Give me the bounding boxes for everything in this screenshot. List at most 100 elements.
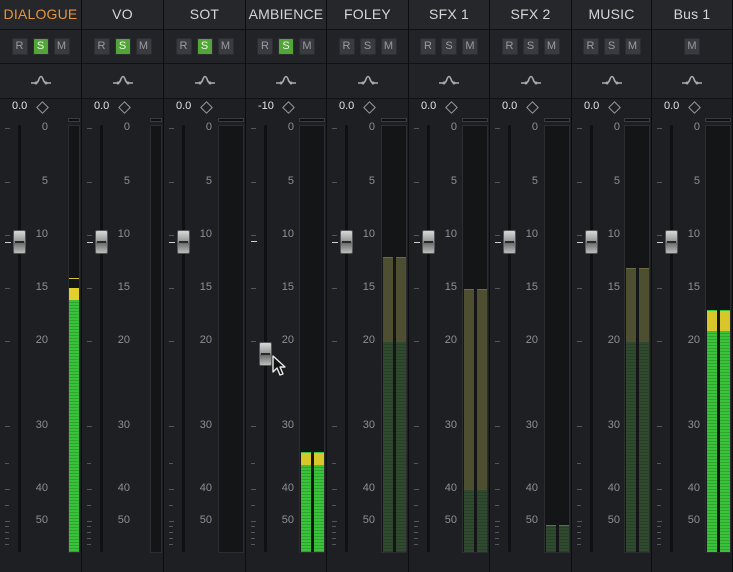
track-name[interactable]: AMBIENCE bbox=[246, 0, 326, 30]
scale-label: 5 bbox=[41, 175, 48, 187]
mute-button[interactable]: M bbox=[135, 38, 152, 55]
volume-readout[interactable]: 0.0 bbox=[421, 100, 436, 112]
volume-fader[interactable] bbox=[95, 230, 108, 254]
volume-fader[interactable] bbox=[585, 230, 598, 254]
scale-label: 15 bbox=[687, 281, 700, 293]
volume-readout[interactable]: 0.0 bbox=[176, 100, 191, 112]
eq-curve-icon[interactable] bbox=[681, 72, 703, 88]
scale-tick bbox=[87, 182, 92, 183]
volume-fader[interactable] bbox=[665, 230, 678, 254]
volume-readout[interactable]: 0.0 bbox=[339, 100, 354, 112]
volume-fader[interactable] bbox=[13, 230, 26, 254]
meter-fill bbox=[69, 299, 79, 552]
fader-track[interactable] bbox=[264, 125, 267, 552]
level-meter bbox=[381, 125, 407, 553]
record-button[interactable]: R bbox=[175, 38, 192, 55]
fader-track[interactable] bbox=[508, 125, 511, 552]
eq-slot[interactable] bbox=[164, 64, 245, 99]
diamond-icon[interactable] bbox=[363, 101, 376, 114]
record-button[interactable]: R bbox=[11, 38, 28, 55]
volume-fader[interactable] bbox=[422, 230, 435, 254]
volume-readout[interactable]: 0.0 bbox=[584, 100, 599, 112]
eq-curve-icon[interactable] bbox=[438, 72, 460, 88]
meter-peak-zone bbox=[69, 288, 79, 300]
track-name[interactable]: MUSIC bbox=[572, 0, 651, 30]
solo-button[interactable]: S bbox=[603, 38, 620, 55]
scale-label: 40 bbox=[607, 482, 620, 494]
scale-label: 0 bbox=[287, 121, 294, 133]
eq-curve-icon[interactable] bbox=[520, 72, 542, 88]
eq-slot[interactable] bbox=[246, 64, 326, 99]
track-name[interactable]: VO bbox=[82, 0, 163, 30]
eq-curve-icon[interactable] bbox=[275, 72, 297, 88]
solo-button[interactable]: S bbox=[522, 38, 539, 55]
volume-fader[interactable] bbox=[503, 230, 516, 254]
track-name[interactable]: SOT bbox=[164, 0, 245, 30]
diamond-icon[interactable] bbox=[608, 101, 621, 114]
solo-button[interactable]: S bbox=[196, 38, 213, 55]
fader-track[interactable] bbox=[590, 125, 593, 552]
eq-slot[interactable] bbox=[652, 64, 732, 99]
fader-track[interactable] bbox=[670, 125, 673, 552]
eq-curve-icon[interactable] bbox=[357, 72, 379, 88]
eq-slot[interactable] bbox=[82, 64, 163, 99]
record-button[interactable]: R bbox=[501, 38, 518, 55]
solo-button[interactable]: S bbox=[359, 38, 376, 55]
track-name[interactable]: FOLEY bbox=[327, 0, 408, 30]
fader-track[interactable] bbox=[427, 125, 430, 552]
fader-track[interactable] bbox=[100, 125, 103, 552]
mute-button[interactable]: M bbox=[380, 38, 397, 55]
eq-slot[interactable] bbox=[0, 64, 81, 99]
fader-track[interactable] bbox=[18, 125, 21, 552]
eq-curve-icon[interactable] bbox=[30, 72, 52, 88]
mute-button[interactable]: M bbox=[299, 38, 315, 55]
mute-button[interactable]: M bbox=[462, 38, 478, 55]
scale-tick bbox=[87, 128, 92, 129]
track-name[interactable]: Bus 1 bbox=[652, 0, 732, 30]
volume-fader[interactable] bbox=[177, 230, 190, 254]
diamond-icon[interactable] bbox=[688, 101, 701, 114]
diamond-icon[interactable] bbox=[282, 101, 295, 114]
solo-button[interactable]: S bbox=[441, 38, 457, 55]
volume-readout[interactable]: 0.0 bbox=[94, 100, 109, 112]
eq-slot[interactable] bbox=[409, 64, 489, 99]
track-name[interactable]: DIALOGUE bbox=[0, 0, 81, 30]
volume-readout[interactable]: 0.0 bbox=[502, 100, 517, 112]
mute-button[interactable]: M bbox=[53, 38, 70, 55]
meter-channel bbox=[720, 126, 730, 552]
volume-readout[interactable]: 0.0 bbox=[12, 100, 27, 112]
eq-curve-icon[interactable] bbox=[194, 72, 216, 88]
diamond-icon[interactable] bbox=[445, 101, 458, 114]
volume-fader[interactable] bbox=[340, 230, 353, 254]
record-button[interactable]: R bbox=[93, 38, 110, 55]
mute-button[interactable]: M bbox=[624, 38, 641, 55]
diamond-icon[interactable] bbox=[118, 101, 131, 114]
mute-button[interactable]: M bbox=[217, 38, 234, 55]
fader-track[interactable] bbox=[345, 125, 348, 552]
track-name[interactable]: SFX 1 bbox=[409, 0, 489, 30]
volume-readout[interactable]: 0.0 bbox=[664, 100, 679, 112]
volume-fader[interactable] bbox=[259, 342, 272, 366]
eq-slot[interactable] bbox=[572, 64, 651, 99]
eq-curve-icon[interactable] bbox=[601, 72, 623, 88]
record-button[interactable]: R bbox=[420, 38, 436, 55]
solo-button[interactable]: S bbox=[32, 38, 49, 55]
eq-slot[interactable] bbox=[490, 64, 571, 99]
solo-button[interactable]: S bbox=[114, 38, 131, 55]
track-name[interactable]: SFX 2 bbox=[490, 0, 571, 30]
volume-readout[interactable]: -10 bbox=[258, 100, 274, 112]
record-button[interactable]: R bbox=[338, 38, 355, 55]
diamond-icon[interactable] bbox=[200, 101, 213, 114]
fader-track[interactable] bbox=[182, 125, 185, 552]
record-button[interactable]: R bbox=[582, 38, 599, 55]
eq-slot[interactable] bbox=[327, 64, 408, 99]
mute-button[interactable]: M bbox=[543, 38, 560, 55]
eq-curve-icon[interactable] bbox=[112, 72, 134, 88]
record-button[interactable]: R bbox=[257, 38, 273, 55]
scale-tick bbox=[251, 426, 256, 427]
diamond-icon[interactable] bbox=[526, 101, 539, 114]
mute-button[interactable]: M bbox=[684, 38, 700, 55]
unity-mark bbox=[414, 242, 420, 243]
solo-button[interactable]: S bbox=[278, 38, 294, 55]
diamond-icon[interactable] bbox=[36, 101, 49, 114]
